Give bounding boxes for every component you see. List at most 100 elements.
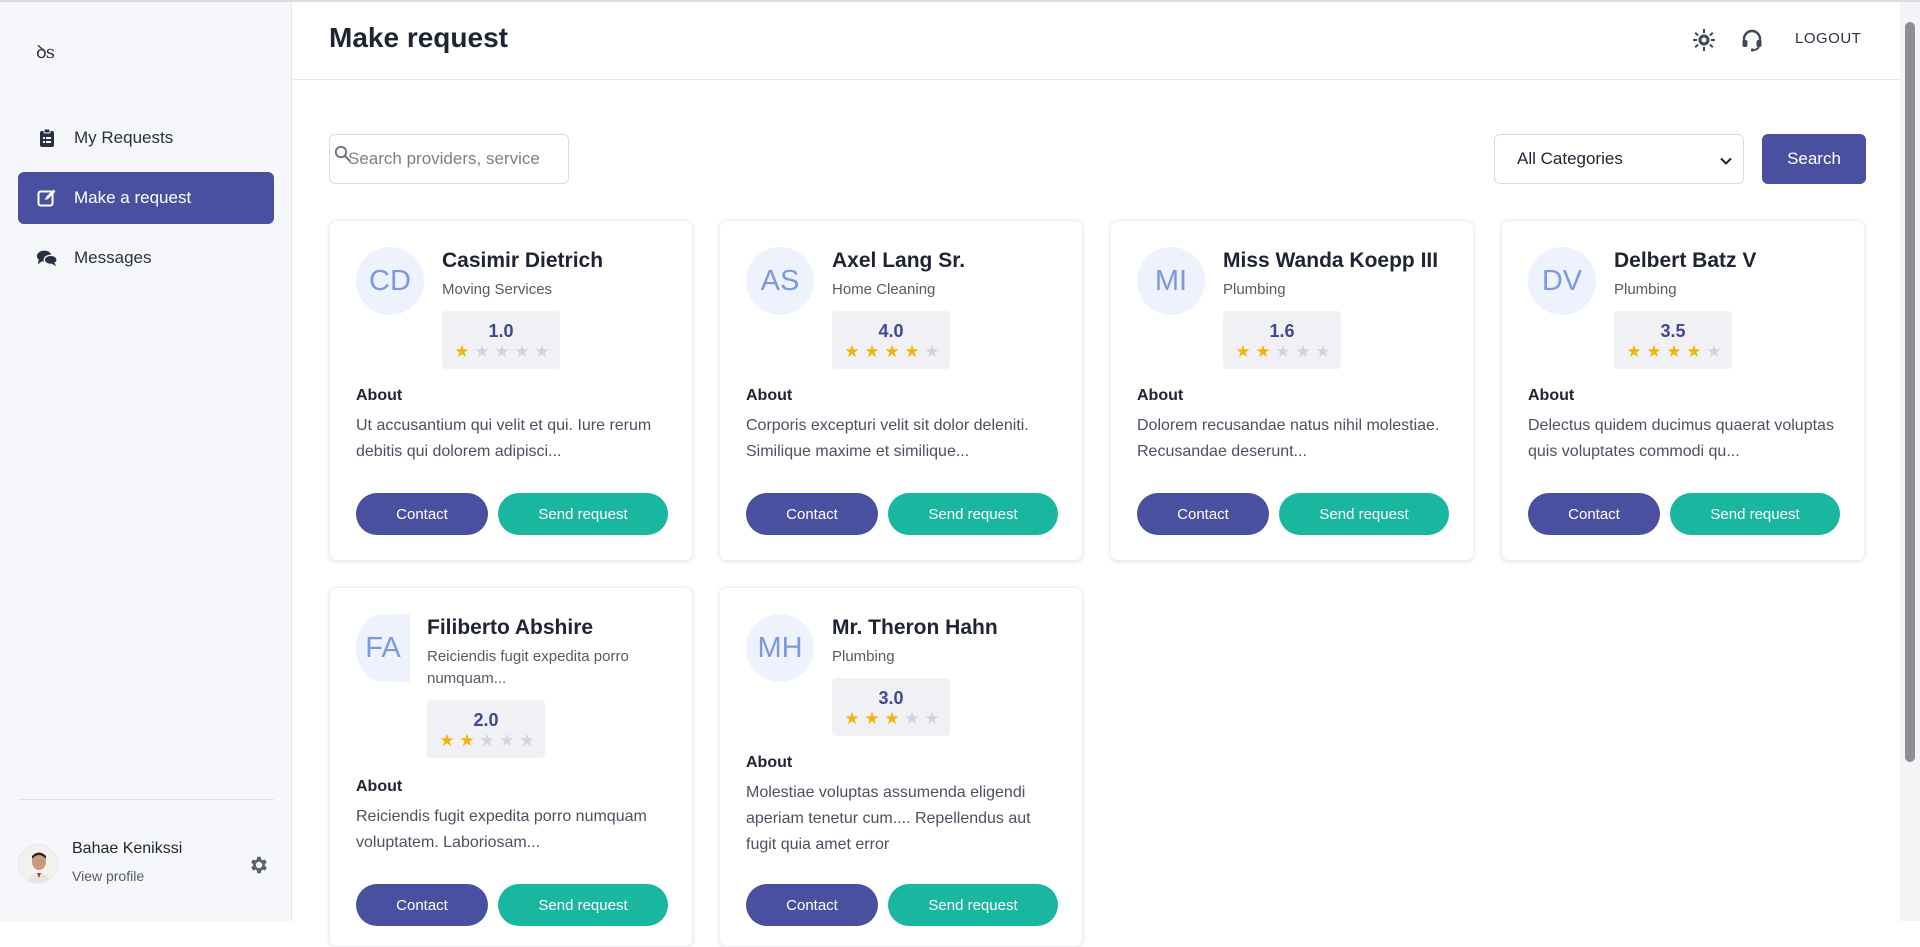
provider-avatar: FA [356,614,410,682]
rating-box: 4.0 ★ ★ ★ ★ ★ [832,311,950,369]
rating-stars: ★ ★ ★ ★ ★ [1624,343,1724,361]
send-request-button[interactable]: Send request [888,884,1058,926]
rating-stars: ★ ★ ★ ★ ★ [842,710,942,728]
search-input[interactable] [346,135,566,183]
chat-icon [36,247,58,269]
app-logo[interactable]: ꝺs [36,40,55,64]
about-heading: About [1528,387,1575,404]
about-text: Ut accusantium qui velit et qui. Iure re… [356,417,652,460]
star-filled-icon: ★ [459,731,475,750]
sidebar-item-messages[interactable]: Messages [18,232,274,284]
provider-avatar: MI [1137,247,1205,315]
user-profile: Bahae Kenikssi View profile [18,840,274,900]
provider-card: CD Casimir Dietrich Moving Services 1.0 … [329,220,693,561]
provider-category: Moving Services [442,281,553,298]
provider-category: Home Cleaning [832,281,936,298]
provider-name: Mr. Theron Hahn [832,616,998,639]
about-heading: About [356,387,403,404]
star-empty-icon: ★ [1275,342,1291,361]
support-headset-icon[interactable] [1740,28,1764,52]
about-text: Dolorem recusandae natus nihil molestiae… [1137,417,1440,460]
rating-value: 1.0 [488,321,514,341]
provider-avatar: MH [746,614,814,682]
send-request-button[interactable]: Send request [1670,493,1840,535]
rating-value: 3.0 [878,688,904,708]
star-empty-icon: ★ [514,342,530,361]
rating-box: 1.0 ★ ★ ★ ★ ★ [442,311,560,369]
rating-stars: ★ ★ ★ ★ ★ [452,343,552,361]
about-text: Molestiae voluptas assumenda eligendi ap… [746,784,1031,853]
send-request-button[interactable]: Send request [498,884,668,926]
about-heading: About [356,778,403,795]
send-request-button[interactable]: Send request [888,493,1058,535]
star-filled-icon: ★ [884,709,900,728]
send-request-button[interactable]: Send request [498,493,668,535]
star-empty-icon: ★ [1295,342,1311,361]
rating-value: 4.0 [878,321,904,341]
about-heading: About [1137,387,1184,404]
contact-button[interactable]: Contact [746,884,878,926]
rating-box: 3.0 ★ ★ ★ ★ ★ [832,678,950,736]
send-request-button[interactable]: Send request [1279,493,1449,535]
star-empty-icon: ★ [1315,342,1331,361]
view-profile-link[interactable]: View profile [72,868,144,884]
rating-box: 1.6 ★ ★ ★ ★ ★ [1223,311,1341,369]
search-button[interactable]: Search [1762,134,1866,184]
provider-name: Filiberto Abshire [427,616,594,639]
clipboard-icon [36,127,58,149]
star-filled-icon: ★ [844,342,860,361]
rating-stars: ★ ★ ★ ★ ★ [1233,343,1333,361]
contact-button[interactable]: Contact [1528,493,1660,535]
contact-button[interactable]: Contact [1137,493,1269,535]
about-heading: About [746,387,793,404]
provider-card: DV Delbert Batz V Plumbing 3.5 ★ ★ ★ ★ ★ Abo… [1501,220,1865,561]
settings-gear-icon[interactable] [248,854,270,876]
sidebar-item-label: Messages [74,248,152,267]
provider-card: FA Filiberto Abshire Reiciendis fugit ex… [329,587,693,947]
star-empty-icon: ★ [494,342,510,361]
star-filled-icon: ★ [1646,342,1662,361]
star-filled-icon: ★ [1666,342,1682,361]
star-filled-icon: ★ [454,342,470,361]
sidebar-item-make-request[interactable]: Make a request [18,172,274,224]
rating-stars: ★ ★ ★ ★ ★ [437,732,537,750]
provider-card: MI Miss Wanda Koepp III Plumbing 1.6 ★ ★ ★… [1110,220,1474,561]
rating-stars: ★ ★ ★ ★ ★ [842,343,942,361]
star-empty-icon: ★ [534,342,550,361]
provider-name: Delbert Batz V [1614,249,1757,272]
search-box [329,134,569,184]
theme-toggle-sun-icon[interactable] [1692,28,1716,52]
sidebar-nav: My Requests Make a request Messages [18,112,274,292]
contact-button[interactable]: Contact [746,493,878,535]
sidebar-item-my-requests[interactable]: My Requests [18,112,274,164]
about-text: Delectus quidem ducimus quaerat voluptas… [1528,417,1834,460]
sidebar-item-label: My Requests [74,128,174,147]
star-filled-icon: ★ [884,342,900,361]
about-text: Corporis excepturi velit sit dolor delen… [746,417,1029,460]
avatar[interactable] [18,844,58,884]
provider-name: Axel Lang Sr. [832,249,966,272]
star-empty-icon: ★ [519,731,535,750]
provider-name: Miss Wanda Koepp III [1223,249,1439,272]
contact-button[interactable]: Contact [356,884,488,926]
star-filled-icon: ★ [439,731,455,750]
rating-value: 3.5 [1660,321,1686,341]
contact-button[interactable]: Contact [356,493,488,535]
logout-button[interactable]: LOGOUT [1795,30,1861,47]
about-heading: About [746,754,793,771]
star-empty-icon: ★ [924,709,940,728]
provider-name: Casimir Dietrich [442,249,604,272]
star-filled-icon: ★ [1626,342,1642,361]
provider-category: Reiciendis fugit expedita porro numquam.… [427,648,629,687]
provider-card: MH Mr. Theron Hahn Plumbing 3.0 ★ ★ ★ ★ ★ Ab… [719,587,1083,947]
user-name: Bahae Kenikssi [72,840,183,857]
scrollbar-thumb[interactable] [1905,22,1915,762]
sidebar: ꝺs My Requests Make a request Messages B… [0,2,292,921]
star-empty-icon: ★ [479,731,495,750]
category-select[interactable]: All Categories [1494,134,1744,184]
provider-category: Plumbing [832,648,895,665]
provider-avatar: AS [746,247,814,315]
star-empty-icon: ★ [474,342,490,361]
category-selected-value: All Categories [1517,149,1623,168]
star-filled-icon: ★ [1235,342,1251,361]
